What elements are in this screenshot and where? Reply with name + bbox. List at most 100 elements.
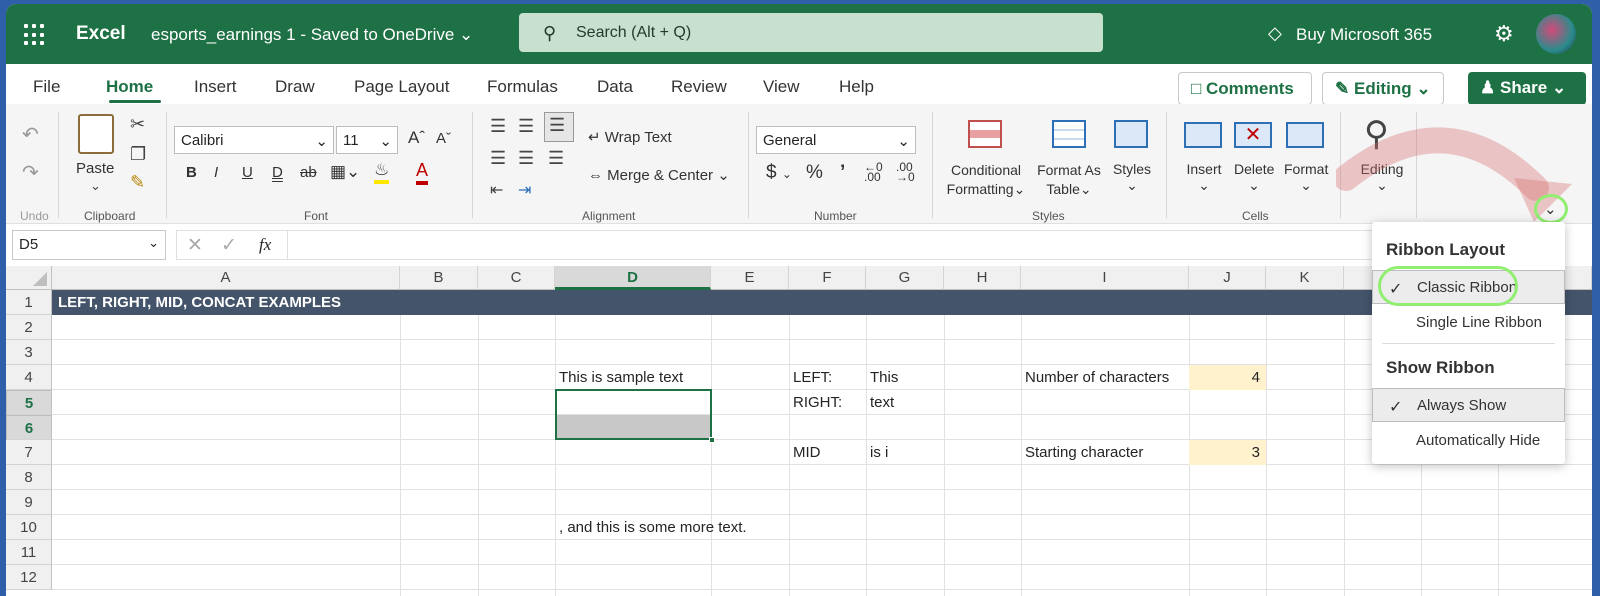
align-middle-icon[interactable]: ☰ <box>518 116 534 137</box>
automatically-hide-option[interactable]: Automatically Hide <box>1372 424 1565 458</box>
formula-input-area[interactable]: ✕ ✓ fx <box>176 230 1376 260</box>
font-color-icon[interactable]: A <box>416 160 429 185</box>
align-left-icon[interactable]: ☰ <box>490 148 506 169</box>
insert-cells-icon[interactable] <box>1184 122 1222 148</box>
document-name[interactable]: esports_earnings 1 - Saved to OneDrive ⌄ <box>151 25 473 45</box>
row-header-1[interactable]: 1 <box>6 290 52 315</box>
row-header-6[interactable]: 6 <box>6 415 52 440</box>
comma-style-icon[interactable]: ’ <box>840 162 845 184</box>
chevron-down-icon[interactable]: ⌄ <box>90 178 101 194</box>
column-header-e[interactable]: E <box>711 266 789 290</box>
strikethrough-icon[interactable]: ab <box>300 164 317 181</box>
active-cell-selection[interactable] <box>555 389 712 440</box>
paste-button[interactable]: Paste <box>76 160 114 177</box>
cell-g4[interactable]: This <box>870 365 898 390</box>
currency-icon[interactable]: $ ⌄ <box>766 162 792 184</box>
app-launcher-icon[interactable] <box>24 24 46 46</box>
column-header-g[interactable]: G <box>866 266 944 290</box>
delete-cells-icon[interactable]: ✕ <box>1234 122 1272 148</box>
cell-f4[interactable]: LEFT: <box>793 365 832 390</box>
row-header-12[interactable]: 12 <box>6 565 52 590</box>
column-header-i[interactable]: I <box>1021 266 1189 290</box>
row-header-3[interactable]: 3 <box>6 340 52 365</box>
increase-decimal-icon[interactable]: ←0.00 <box>864 161 883 183</box>
settings-gear-icon[interactable]: ⚙ <box>1494 21 1514 47</box>
share-button[interactable]: ♟ Share ⌄ <box>1468 72 1586 105</box>
column-header-h[interactable]: H <box>944 266 1021 290</box>
merge-center-button[interactable]: ⇔ Merge & Center ⌄ <box>588 166 730 184</box>
decrease-indent-icon[interactable]: ⇤ <box>490 180 503 200</box>
font-size-select[interactable]: 11 ⌄ <box>336 126 398 154</box>
always-show-option[interactable]: ✓ Always Show <box>1372 388 1565 422</box>
align-top-icon[interactable]: ☰ <box>490 116 506 137</box>
single-line-ribbon-option[interactable]: Single Line Ribbon <box>1372 306 1565 340</box>
align-center-icon[interactable]: ☰ <box>518 148 534 169</box>
cut-icon[interactable]: ✂ <box>130 114 145 135</box>
format-as-table-icon[interactable] <box>1052 120 1086 148</box>
wrap-text-button[interactable]: ↵ Wrap Text <box>588 128 672 146</box>
column-header-a[interactable]: A <box>52 266 400 290</box>
tab-review[interactable]: Review <box>671 77 727 97</box>
delete-cells-button[interactable]: Delete ⌄ <box>1234 161 1274 194</box>
paste-icon[interactable] <box>78 114 114 154</box>
tab-draw[interactable]: Draw <box>275 77 315 97</box>
styles-button[interactable]: Styles ⌄ <box>1112 161 1152 194</box>
fill-color-icon[interactable]: ♨ <box>374 160 390 184</box>
number-format-select[interactable]: General ⌄ <box>756 126 916 154</box>
conditional-formatting-icon[interactable] <box>968 120 1002 148</box>
enter-check-icon[interactable]: ✓ <box>221 234 237 257</box>
app-name[interactable]: Excel <box>76 23 126 45</box>
row-header-8[interactable]: 8 <box>6 465 52 490</box>
tab-formulas[interactable]: Formulas <box>487 77 558 97</box>
bold-icon[interactable]: B <box>186 164 197 181</box>
cell-d4[interactable]: This is sample text <box>559 365 683 390</box>
insert-function-icon[interactable]: fx <box>259 235 271 255</box>
name-box[interactable]: D5 ⌄ <box>12 230 166 260</box>
cell-d10[interactable]: , and this is some more text. <box>559 515 747 540</box>
percent-icon[interactable]: % <box>806 162 823 184</box>
row-header-11[interactable]: 11 <box>6 540 52 565</box>
buy-microsoft-365-link[interactable]: Buy Microsoft 365 <box>1296 25 1432 45</box>
column-header-b[interactable]: B <box>400 266 478 290</box>
row-header-10[interactable]: 10 <box>6 515 52 540</box>
tab-file[interactable]: File <box>33 77 60 97</box>
row-header-7[interactable]: 7 <box>6 440 52 465</box>
select-all-corner[interactable] <box>6 266 52 290</box>
cell-a1[interactable]: LEFT, RIGHT, MID, CONCAT EXAMPLES <box>58 290 341 315</box>
row-header-5[interactable]: 5 <box>6 390 52 415</box>
tab-home[interactable]: Home <box>106 77 153 97</box>
cancel-icon[interactable]: ✕ <box>187 234 203 257</box>
column-header-d[interactable]: D <box>555 266 711 290</box>
tab-data[interactable]: Data <box>597 77 633 97</box>
column-header-c[interactable]: C <box>478 266 555 290</box>
decrease-font-size-icon[interactable]: Aˇ <box>436 130 451 147</box>
editing-mode-button[interactable]: ✎ Editing ⌄ <box>1322 72 1444 105</box>
row-header-2[interactable]: 2 <box>6 315 52 340</box>
cell-g7[interactable]: is i <box>870 440 888 465</box>
ribbon-display-options-chevron-icon[interactable]: ⌄ <box>1544 200 1557 218</box>
format-cells-button[interactable]: Format ⌄ <box>1284 161 1328 194</box>
cell-styles-icon[interactable] <box>1114 120 1148 148</box>
redo-icon[interactable]: ↷ <box>22 160 39 185</box>
column-header-f[interactable]: F <box>789 266 866 290</box>
align-bottom-icon[interactable]: ☰ <box>544 112 574 142</box>
double-underline-icon[interactable]: D <box>272 164 283 181</box>
undo-icon[interactable]: ↶ <box>22 122 39 147</box>
column-header-j[interactable]: J <box>1189 266 1266 290</box>
underline-icon[interactable]: U <box>242 164 253 181</box>
search-box[interactable]: ⚲ Search (Alt + Q) <box>519 13 1103 52</box>
increase-font-size-icon[interactable]: Aˆ <box>408 128 425 148</box>
user-avatar[interactable] <box>1536 14 1576 54</box>
format-cells-icon[interactable] <box>1286 122 1324 148</box>
comments-button[interactable]: □ Comments <box>1178 72 1312 105</box>
cell-g5[interactable]: text <box>870 390 894 415</box>
cell-i4[interactable]: Number of characters <box>1025 365 1169 390</box>
tab-insert[interactable]: Insert <box>194 77 237 97</box>
decrease-decimal-icon[interactable]: .00 →0 <box>896 161 915 183</box>
row-header-4[interactable]: 4 <box>6 365 52 390</box>
row-header-9[interactable]: 9 <box>6 490 52 515</box>
tab-help[interactable]: Help <box>839 77 874 97</box>
format-painter-icon[interactable]: ✎ <box>130 172 145 193</box>
cell-j7[interactable]: 3 <box>1189 440 1266 465</box>
cell-f5[interactable]: RIGHT: <box>793 390 842 415</box>
